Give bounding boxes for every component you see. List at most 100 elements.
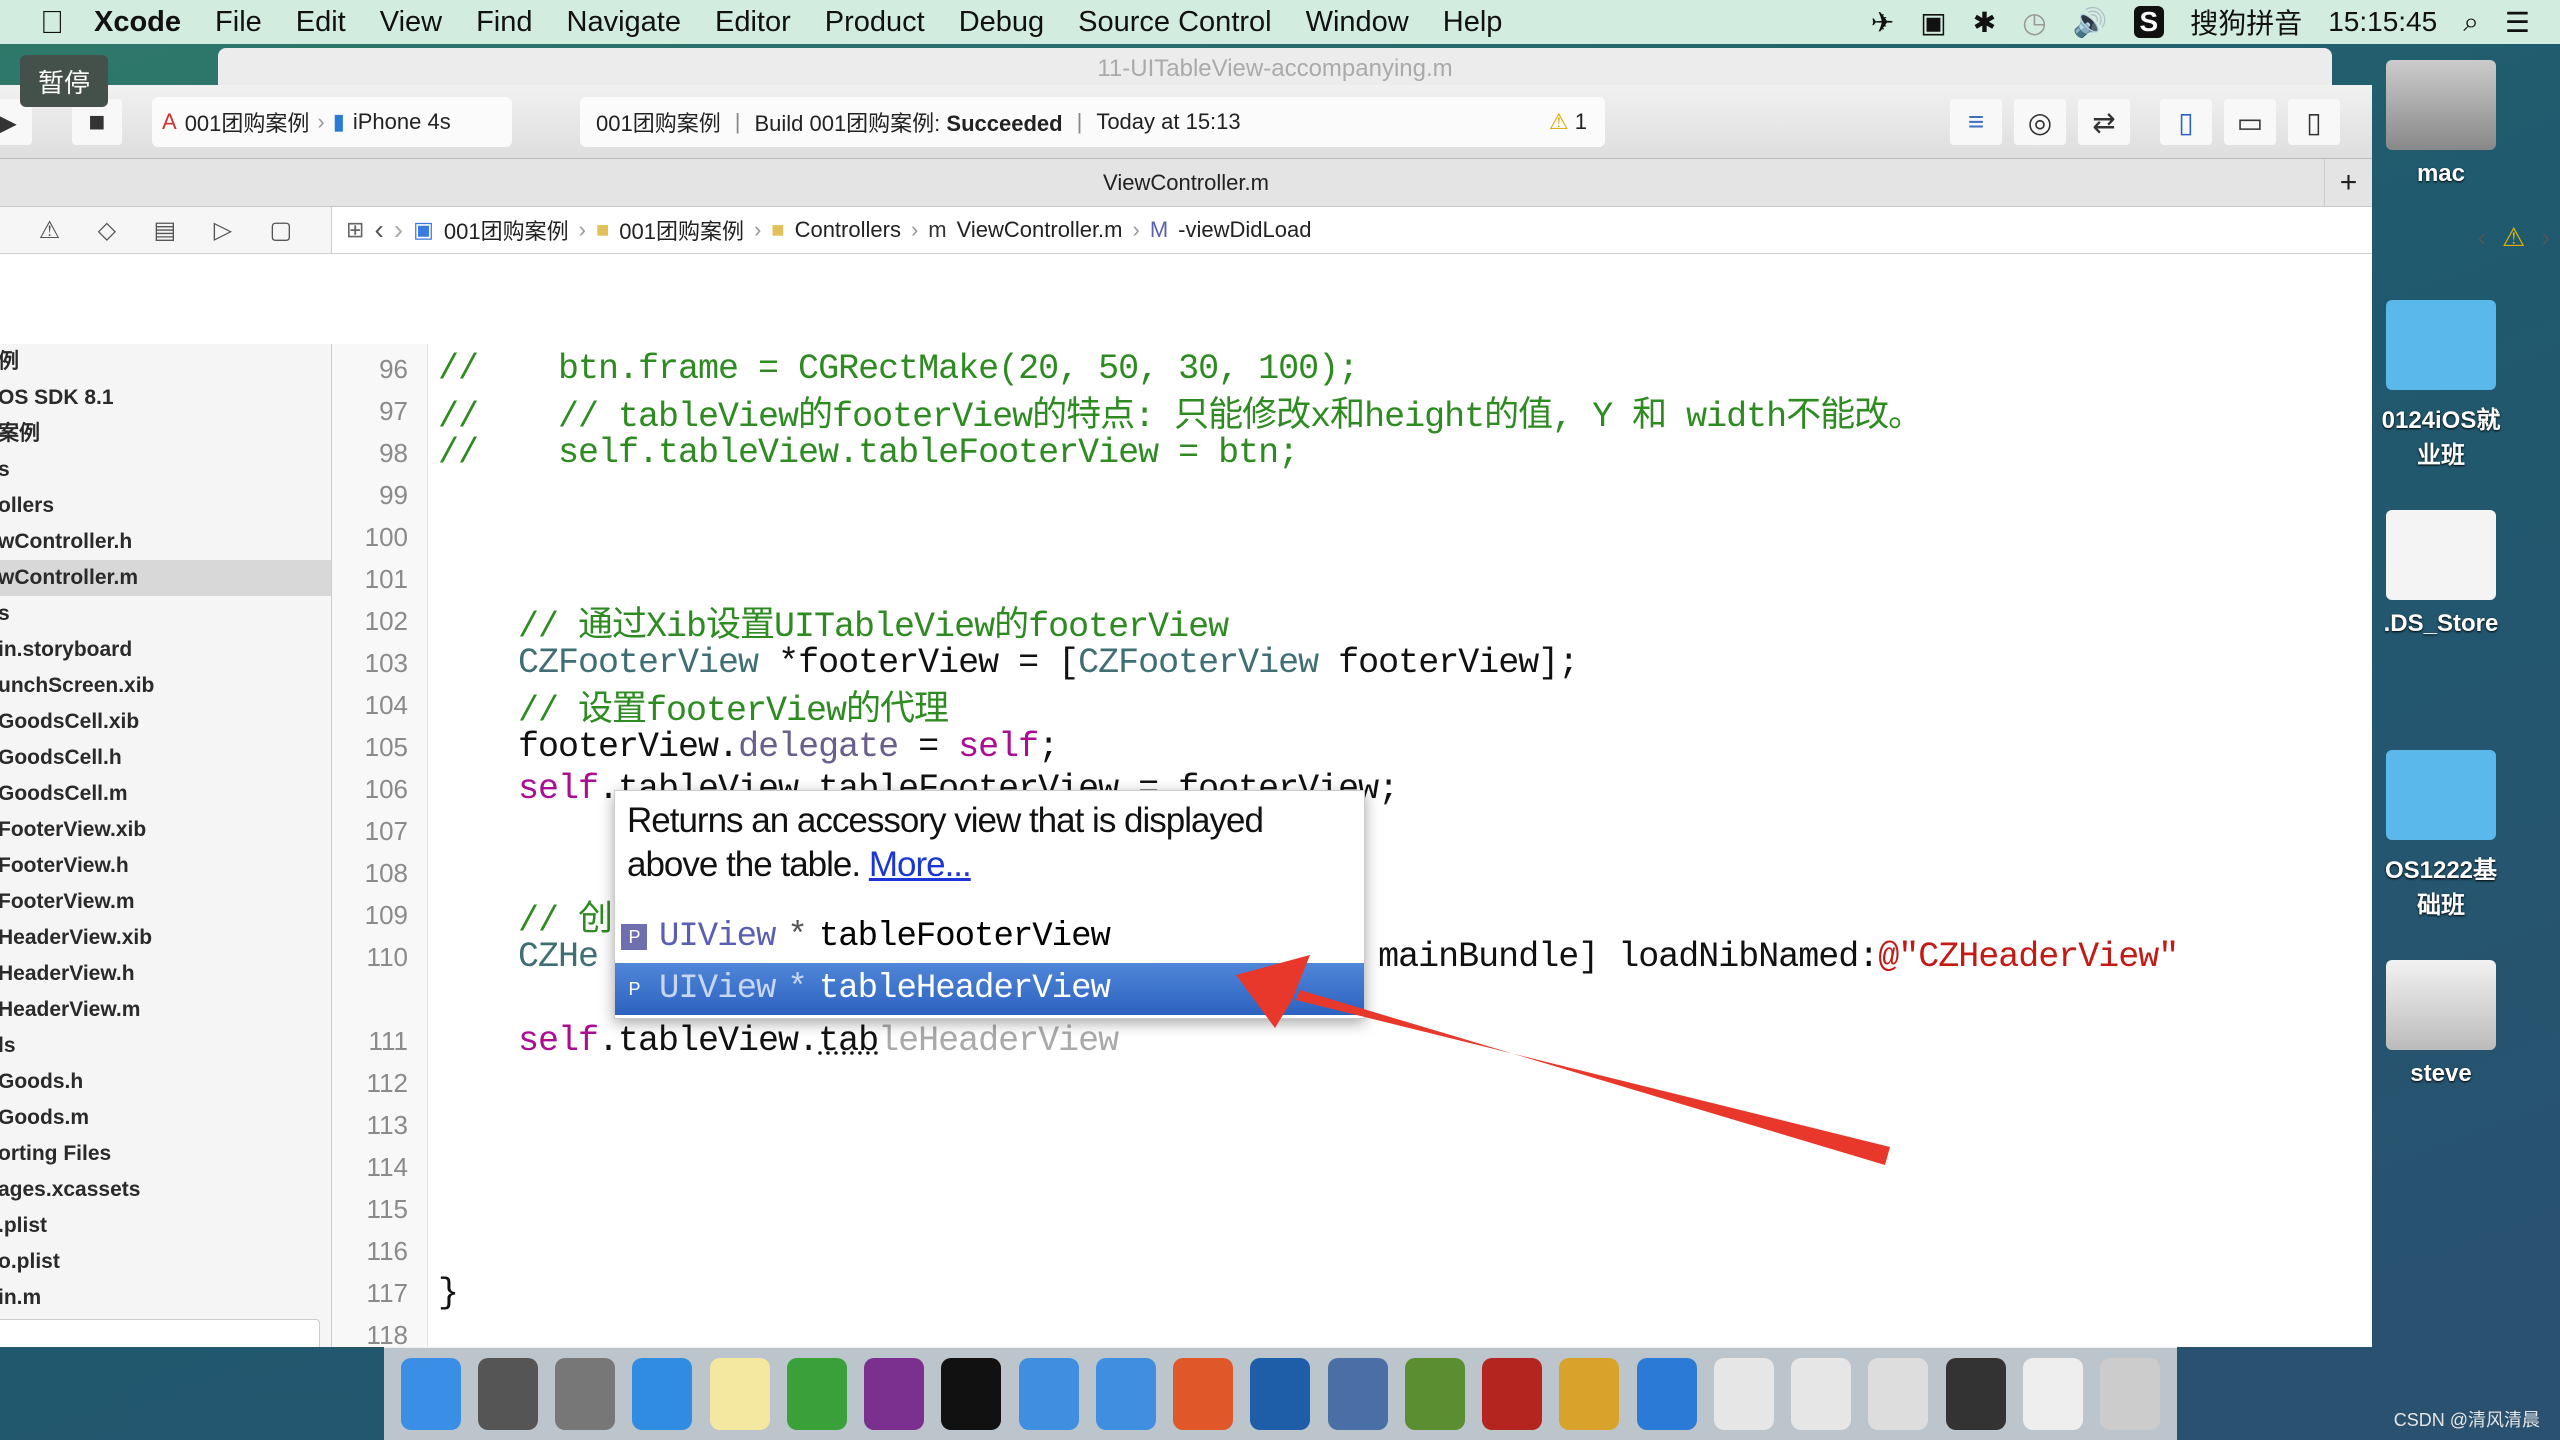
file-list-item[interactable]: Goods.m [0,1100,331,1136]
desktop-icon[interactable]: OS1222基础班 [2380,750,2502,920]
menu-window[interactable]: Window [1306,6,1409,39]
warning-icon[interactable]: ⚠ [2502,222,2525,253]
onenote-dock-icon[interactable] [864,1358,925,1430]
desktop-icon[interactable]: mac [2380,60,2502,188]
file-list-item[interactable]: Goods.h [0,1064,331,1100]
file-list-item[interactable]: HeaderView.m [0,992,331,1028]
volume-icon[interactable]: 🔊 [2073,6,2108,39]
desktop-icon[interactable]: .DS_Store [2380,510,2502,638]
file-list-item[interactable]: GoodsCell.m [0,776,331,812]
jump-group[interactable]: 001团购案例 [619,214,744,246]
safari-dock-icon[interactable] [632,1358,693,1430]
file-list-item[interactable]: OS SDK 8.1 [0,380,331,416]
notes-dock-icon[interactable] [709,1358,770,1430]
menu-file[interactable]: File [215,6,262,39]
menu-editor[interactable]: Editor [715,6,791,39]
screen-dock-icon[interactable] [1945,1358,2006,1430]
file-list-item[interactable]: unchScreen.xib [0,668,331,704]
toggle-navigator-icon[interactable]: ▯ [2160,99,2212,145]
related-items-icon[interactable]: ⊞ [346,217,364,243]
next-issue-icon[interactable]: › [2541,222,2550,253]
word-dock-icon[interactable] [1636,1358,1697,1430]
camera-icon[interactable]: ▣ [1920,6,1946,39]
file-list-item[interactable]: o.plist [0,1244,331,1280]
file-list-item[interactable]: 案例 [0,416,331,452]
debug-navigator-icon[interactable]: ▤ [154,216,177,245]
excel-dock-icon[interactable] [786,1358,847,1430]
textedit-b-dock-icon[interactable] [1791,1358,1852,1430]
powerpoint-p-dock-icon[interactable] [1173,1358,1234,1430]
file-list-item[interactable]: ls [0,1028,331,1064]
sequel-dock-icon[interactable] [1404,1358,1465,1430]
file-list-item[interactable]: s [0,452,331,488]
file-list-item[interactable]: in.m [0,1280,331,1316]
jump-file[interactable]: ViewController.m [957,217,1123,243]
file-list-item[interactable]: GoodsCell.h [0,740,331,776]
navigator-filter-field[interactable] [0,1319,320,1347]
video-dock-icon[interactable] [1327,1358,1388,1430]
downloads-dock-icon[interactable] [2022,1358,2083,1430]
file-list-item[interactable]: wController.h [0,524,331,560]
filezilla-dock-icon[interactable] [1482,1358,1543,1430]
launchpad-dock-icon[interactable] [555,1358,616,1430]
warning-indicator[interactable]: ⚠ 1 [1549,109,1587,135]
file-list-item[interactable]: HeaderView.xib [0,920,331,956]
spotlight-search-icon[interactable]: ⌕ [2463,6,2479,39]
sogou-icon[interactable]: S [2133,6,2165,38]
file-list-item[interactable]: ages.xcassets [0,1172,331,1208]
finder-dock-icon[interactable] [400,1358,461,1430]
airplane-icon[interactable]: ✈ [1871,6,1894,39]
file-list-item[interactable]: wController.m [0,560,331,596]
previous-issue-icon[interactable]: ‹ [2477,222,2486,253]
jump-controllers[interactable]: Controllers [795,217,901,243]
xcode-dock-icon[interactable] [1018,1358,1079,1430]
toggle-debug-area-icon[interactable]: ▭ [2224,99,2276,145]
forward-button[interactable]: › [394,214,403,246]
file-list-item[interactable]: s [0,596,331,632]
bluetooth-icon[interactable]: ✱ [1973,6,1996,39]
trash-dock-icon[interactable] [2100,1358,2161,1430]
menu-help[interactable]: Help [1443,6,1503,39]
more-link[interactable]: More... [869,845,972,884]
instruments-dock-icon[interactable] [1559,1358,1620,1430]
jump-project[interactable]: 001团购案例 [444,214,569,246]
notification-center-icon[interactable]: ☰ [2505,6,2530,39]
time-machine-icon[interactable]: ◷ [2022,6,2046,39]
toggle-utilities-icon[interactable]: ▯ [2288,99,2340,145]
menu-edit[interactable]: Edit [296,6,346,39]
standard-editor-icon[interactable]: ≡ [1950,99,2002,145]
scheme-selector[interactable]: A 001团购案例 › ▮ iPhone 4s [152,97,512,147]
desktop-icon[interactable]: 0124iOS就业班 [2380,300,2502,470]
new-tab-button[interactable]: + [2324,159,2372,207]
system-preferences-dock-icon[interactable] [477,1358,538,1430]
test-navigator-icon[interactable]: ◇ [98,216,116,245]
desktop-icon[interactable]: steve [2380,960,2502,1088]
file-list-item[interactable]: HeaderView.h [0,956,331,992]
menu-view[interactable]: View [380,6,442,39]
file-list-item[interactable]: in.storyboard [0,632,331,668]
folder-dock-icon[interactable] [1095,1358,1156,1430]
completion-item[interactable]: P UIView * tableHeaderView [615,963,1364,1015]
menu-xcode[interactable]: Xcode [94,6,181,39]
jump-method[interactable]: -viewDidLoad [1178,217,1311,243]
apple-menu-icon[interactable]:  [40,4,64,41]
file-list-item[interactable]: .plist [0,1208,331,1244]
file-list-item[interactable]: FooterView.xib [0,812,331,848]
breakpoint-navigator-icon[interactable]: ▷ [214,216,232,245]
terminal-dock-icon[interactable] [941,1358,1002,1430]
assistant-editor-icon[interactable]: ◎ [2014,99,2066,145]
preview-dock-icon[interactable] [1868,1358,1929,1430]
back-button[interactable]: ‹ [374,214,383,246]
menu-navigate[interactable]: Navigate [567,6,681,39]
menu-product[interactable]: Product [825,6,925,39]
version-editor-icon[interactable]: ⇄ [2078,99,2130,145]
file-list-item[interactable]: 例 [0,344,331,380]
textedit-a-dock-icon[interactable] [1713,1358,1774,1430]
completion-item[interactable]: P UIView * tableFooterView [615,911,1364,963]
file-list-item[interactable]: orting Files [0,1136,331,1172]
input-method[interactable]: 搜狗拼音 [2190,2,2302,42]
pause-overlay[interactable]: 暂停 [20,55,108,107]
clock[interactable]: 15:15:45 [2328,6,2437,38]
file-list-item[interactable]: ollers [0,488,331,524]
menu-debug[interactable]: Debug [959,6,1044,39]
